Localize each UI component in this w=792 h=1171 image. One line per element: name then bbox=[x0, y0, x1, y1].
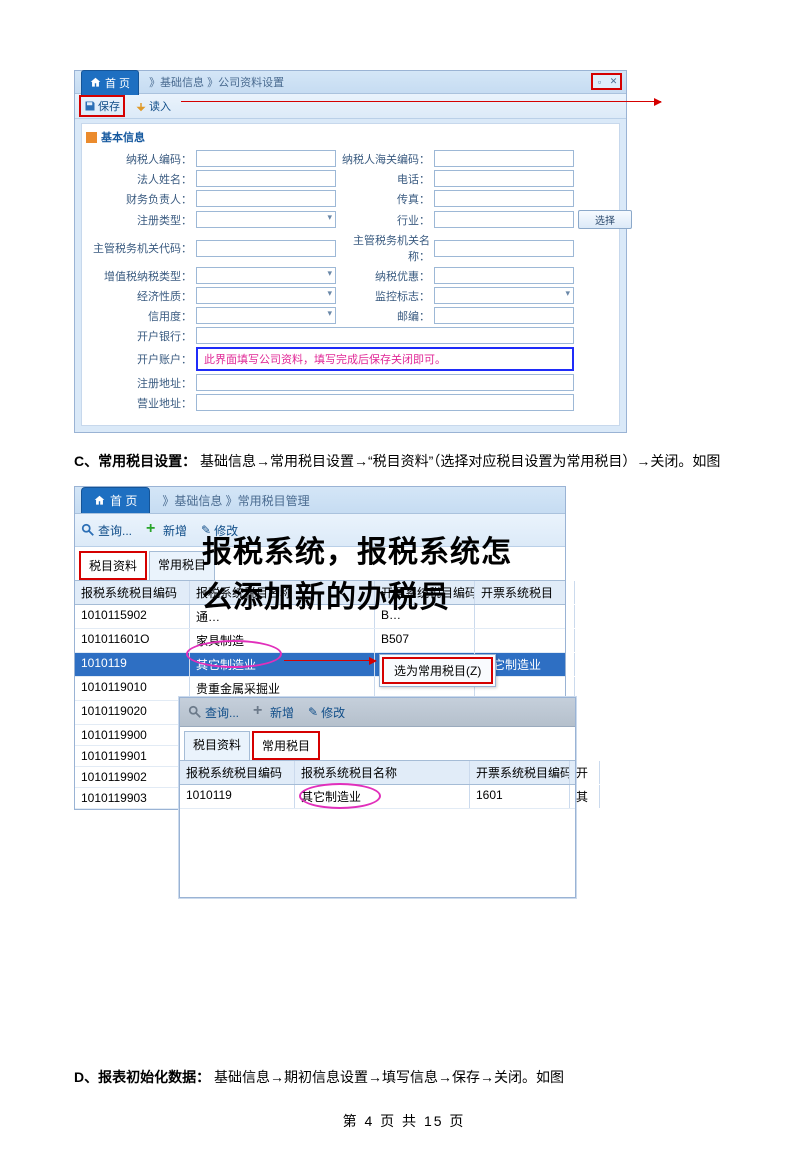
home-icon bbox=[94, 495, 105, 506]
search-icon bbox=[188, 705, 202, 719]
finance-field[interactable] bbox=[196, 190, 336, 207]
table-row[interactable]: 101011601O家具制造B507 bbox=[75, 629, 565, 653]
context-set-common[interactable]: 选为常用税目(Z) bbox=[382, 657, 493, 684]
field-label: 纳税人海关编码： bbox=[340, 151, 430, 167]
customs-code-field[interactable] bbox=[434, 150, 574, 167]
credit-select[interactable] bbox=[196, 307, 336, 324]
breadcrumb: 》基础信息 》常用税目管理 bbox=[162, 492, 309, 509]
pencil-icon: ✎ bbox=[308, 705, 318, 719]
tax-category-composite: 报税系统，报税系统怎 么添加新的办税员 首 页 》基础信息 》常用税目管理 查询… bbox=[74, 486, 574, 893]
basic-info-block: 基本信息 纳税人编码： 纳税人海关编码： 法人姓名： 电话： 财务负责人： 传真… bbox=[81, 123, 620, 426]
form-grid: 纳税人编码： 纳税人海关编码： 法人姓名： 电话： 财务负责人： 传真： 注册类… bbox=[82, 150, 619, 411]
fax-field[interactable] bbox=[434, 190, 574, 207]
home-tab[interactable]: 首 页 bbox=[81, 70, 139, 95]
window-tabbar: 首 页 》基础信息 》常用税目管理 bbox=[75, 487, 565, 514]
query-button[interactable]: 查询... bbox=[188, 704, 239, 721]
field-label: 纳税人编码： bbox=[92, 151, 192, 167]
tab-tax-data[interactable]: 税目资料 bbox=[79, 551, 147, 580]
toolbar: 查询... + 新增 ✎ 修改 bbox=[75, 514, 565, 547]
query-button[interactable]: 查询... bbox=[81, 522, 132, 539]
save-icon bbox=[84, 100, 96, 112]
block-title: 基本信息 bbox=[86, 129, 615, 145]
edit-button[interactable]: ✎修改 bbox=[308, 704, 345, 721]
reg-type-select[interactable] bbox=[196, 211, 336, 228]
bank-field[interactable] bbox=[196, 327, 574, 344]
document-page: 首 页 》基础信息 》公司资料设置 ▫ ✕ 保存 读入 基本信息 bbox=[0, 0, 792, 1171]
home-icon bbox=[90, 77, 101, 88]
home-tab-label: 首 页 bbox=[105, 75, 130, 91]
tab-common-tax[interactable]: 常用税目 bbox=[149, 551, 215, 580]
company-info-window: 首 页 》基础信息 》公司资料设置 ▫ ✕ 保存 读入 基本信息 bbox=[74, 70, 627, 433]
arrow-annotation bbox=[284, 660, 376, 661]
sub-tabs: 税目资料 常用税目 bbox=[75, 547, 565, 580]
industry-field[interactable] bbox=[434, 211, 574, 228]
tab-tax-data[interactable]: 税目资料 bbox=[184, 731, 250, 760]
close-button[interactable]: ✕ bbox=[608, 76, 619, 87]
add-button[interactable]: + 新增 bbox=[146, 522, 187, 539]
block-title-icon bbox=[86, 132, 97, 143]
window-tabbar: 首 页 》基础信息 》公司资料设置 ▫ ✕ bbox=[75, 71, 626, 94]
context-menu: 选为常用税目(Z) bbox=[379, 654, 496, 687]
section-d-text: D、报表初始化数据： 基础信息→期初信息设置→填写信息→保存→关闭。如图 bbox=[74, 1063, 734, 1092]
edit-button[interactable]: ✎ 修改 bbox=[201, 522, 238, 539]
legal-name-field[interactable] bbox=[196, 170, 336, 187]
grid-header: 报税系统税目编码 报税系统税目名称 开票系统税目编码 开 bbox=[180, 760, 575, 785]
taxpayer-code-field[interactable] bbox=[196, 150, 336, 167]
table-row[interactable]: 1010119其它制造业1601其 bbox=[180, 785, 575, 809]
toolbar: 保存 读入 bbox=[75, 94, 626, 119]
choose-button[interactable]: 选择 bbox=[578, 210, 632, 229]
breadcrumb: 》基础信息 》公司资料设置 bbox=[149, 74, 284, 90]
minimize-button[interactable]: ▫ bbox=[594, 76, 605, 87]
section-c-body: 基础信息→常用税目设置→“税目资料”（选择对应税目设置为常用税目）→关闭。如图 bbox=[200, 453, 720, 469]
page-footer: 第 4 页 共 15 页 bbox=[74, 1111, 734, 1131]
monitor-select[interactable] bbox=[434, 287, 574, 304]
home-tab[interactable]: 首 页 bbox=[81, 487, 150, 513]
section-c-title: C、常用税目设置： bbox=[74, 453, 196, 469]
sub-tabs: 税目资料 常用税目 bbox=[180, 727, 575, 760]
section-c-text: C、常用税目设置： 基础信息→常用税目设置→“税目资料”（选择对应税目设置为常用… bbox=[74, 447, 734, 476]
pencil-icon: ✎ bbox=[201, 523, 211, 537]
tab-common-tax[interactable]: 常用税目 bbox=[252, 731, 320, 760]
plus-icon: + bbox=[146, 523, 160, 537]
toolbar: 查询... +新增 ✎修改 bbox=[180, 698, 575, 727]
biz-addr-field[interactable] bbox=[196, 394, 574, 411]
table-row[interactable]: 1010115902通…B… bbox=[75, 605, 565, 629]
phone-field[interactable] bbox=[434, 170, 574, 187]
vat-type-select[interactable] bbox=[196, 267, 336, 284]
zip-field[interactable] bbox=[434, 307, 574, 324]
save-label: 保存 bbox=[98, 98, 120, 114]
add-button[interactable]: +新增 bbox=[253, 704, 294, 721]
section-d-title: D、报表初始化数据： bbox=[74, 1069, 210, 1085]
grid-header: 报税系统税目编码 报税系统税目名称 开票系统税目编码 开票系统税目 bbox=[75, 580, 565, 605]
tax-benefit-field[interactable] bbox=[434, 267, 574, 284]
callout-box: 此界面填写公司资料，填写完成后保存关闭即可。 bbox=[196, 347, 574, 371]
save-button[interactable]: 保存 bbox=[79, 95, 125, 117]
plus-icon: + bbox=[253, 705, 267, 719]
tax-org-name-field[interactable] bbox=[434, 240, 574, 257]
reg-addr-field[interactable] bbox=[196, 374, 574, 391]
section-d-body: 基础信息→期初信息设置→填写信息→保存→关闭。如图 bbox=[214, 1069, 564, 1085]
import-label: 读入 bbox=[149, 98, 171, 114]
import-icon bbox=[135, 100, 147, 112]
search-icon bbox=[81, 523, 95, 537]
tax-org-code-field[interactable] bbox=[196, 240, 336, 257]
economy-select[interactable] bbox=[196, 287, 336, 304]
common-tax-window: 查询... +新增 ✎修改 税目资料 常用税目 报税系统税目编码 报税系统税目名… bbox=[179, 697, 576, 898]
window-controls: ▫ ✕ bbox=[591, 73, 622, 90]
import-button[interactable]: 读入 bbox=[131, 97, 175, 115]
